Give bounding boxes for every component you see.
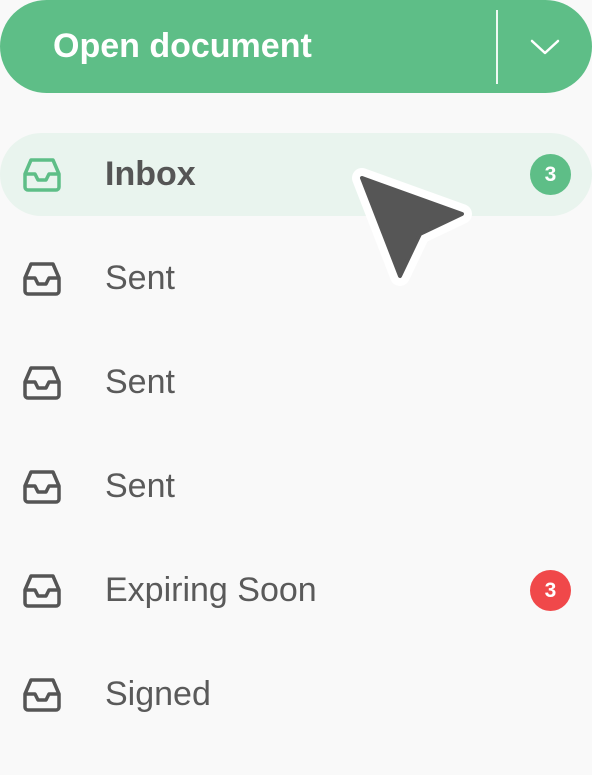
nav-item-signed[interactable]: Signed (0, 653, 592, 736)
inbox-icon (23, 678, 61, 712)
nav-item-label: Sent (105, 259, 175, 297)
open-document-label: Open document (53, 27, 312, 65)
nav-item-label: Signed (105, 675, 211, 713)
open-document-split-button: Open document (0, 0, 592, 93)
open-document-dropdown-toggle[interactable] (498, 0, 592, 93)
inbox-icon (23, 262, 61, 296)
nav-item-sent[interactable]: Sent (0, 237, 592, 320)
nav-item-label: Sent (105, 363, 175, 401)
nav-item-label: Inbox (105, 155, 196, 193)
inbox-icon (23, 574, 61, 608)
folder-navigation: Inbox 3 Sent Sent Sent Expiring Soon 3 S… (0, 133, 592, 757)
sidebar: Open document Inbox 3 Sent Sent Sent Exp… (0, 0, 592, 775)
expiring-count-badge: 3 (530, 570, 571, 611)
inbox-icon (23, 470, 61, 504)
inbox-icon (23, 158, 61, 192)
inbox-count-badge: 3 (530, 154, 571, 195)
nav-item-label: Sent (105, 467, 175, 505)
nav-item-expiring-soon[interactable]: Expiring Soon 3 (0, 549, 592, 632)
nav-item-sent[interactable]: Sent (0, 341, 592, 424)
chevron-down-icon (530, 39, 560, 54)
open-document-button[interactable]: Open document (0, 0, 496, 93)
nav-item-sent[interactable]: Sent (0, 445, 592, 528)
nav-item-label: Expiring Soon (105, 571, 317, 609)
inbox-icon (23, 366, 61, 400)
nav-item-inbox[interactable]: Inbox 3 (0, 133, 592, 216)
